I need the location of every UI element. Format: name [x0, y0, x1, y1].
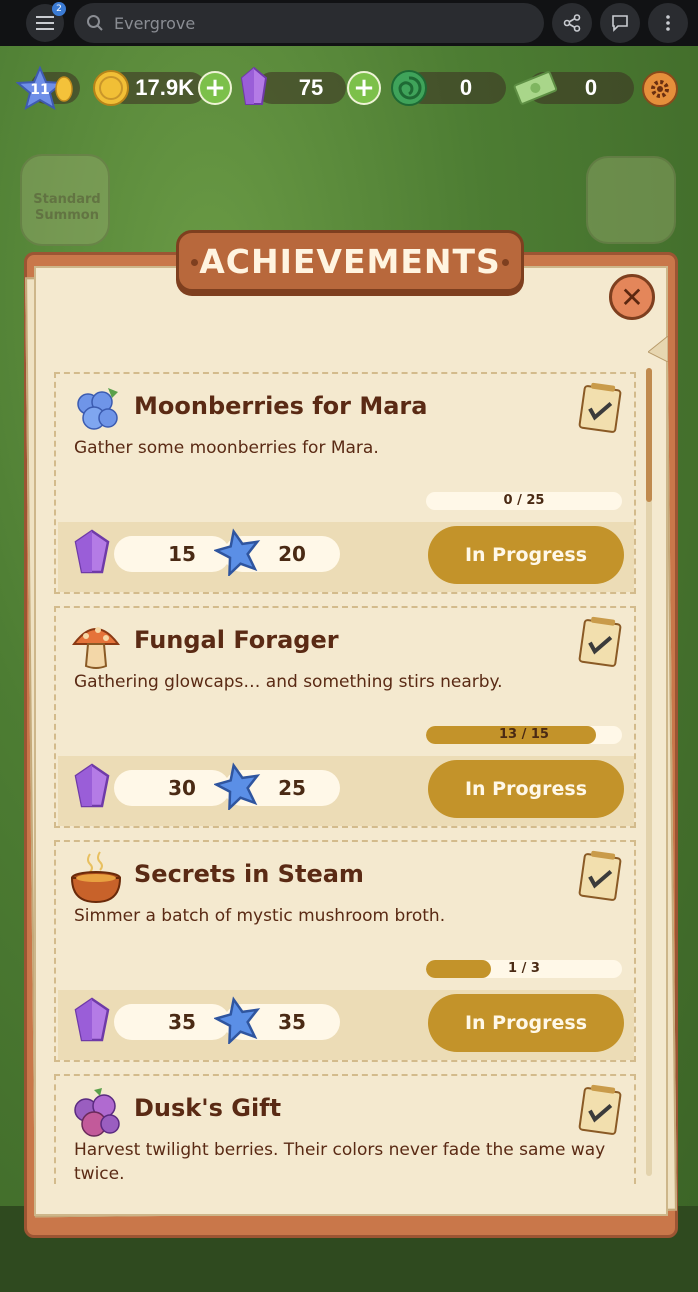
- cash-icon: [513, 71, 558, 105]
- clipboard-icon[interactable]: [576, 848, 624, 902]
- achievement-card: Moonberries for Mara Gather some moonber…: [54, 372, 636, 594]
- clipboard-icon[interactable]: [576, 1082, 624, 1136]
- achievement-description: Gathering glowcaps… and something stirs …: [74, 672, 503, 692]
- blue-star-icon: [214, 762, 261, 810]
- moonberries-icon: [77, 388, 118, 430]
- progress-bar: 0 / 25: [426, 492, 622, 510]
- notification-badge: 2: [52, 2, 66, 16]
- menu-button[interactable]: 2: [26, 2, 66, 42]
- mushroom-icon: [72, 627, 120, 669]
- progress-bar: 13 / 15: [426, 726, 622, 744]
- add-coins-button[interactable]: +: [198, 71, 232, 105]
- close-icon: ✕: [620, 280, 644, 314]
- achievement-title: Dusk's Gift: [134, 1094, 282, 1122]
- achievements-title: ACHIEVEMENTS: [199, 241, 501, 281]
- gems-pill: 75: [256, 72, 346, 104]
- star-reward-value: 20: [278, 542, 306, 566]
- blue-star-icon: [214, 996, 261, 1044]
- resource-bar: 11 17.9K + 75 + 0 0: [0, 66, 698, 110]
- more-vertical-icon: [666, 15, 670, 31]
- quest-tile[interactable]: [586, 156, 676, 244]
- gear-icon: [651, 80, 669, 98]
- status-in-progress-button[interactable]: In Progress: [428, 994, 624, 1052]
- purple-gem-icon: [74, 529, 110, 574]
- chat-icon: [612, 15, 628, 32]
- search-bar[interactable]: Evergrove: [74, 3, 544, 43]
- status-in-progress-button[interactable]: In Progress: [428, 760, 624, 818]
- search-text: Evergrove: [114, 13, 196, 33]
- achievement-card: Fungal Forager Gathering glowcaps… and s…: [54, 606, 636, 828]
- twilight-berries-icon: [74, 1088, 120, 1137]
- clipboard-icon[interactable]: [576, 380, 624, 434]
- hamburger-icon: [36, 16, 54, 30]
- clipboard-icon[interactable]: [576, 614, 624, 668]
- cash-value: 0: [584, 75, 598, 100]
- banner-rivet-right: [502, 259, 509, 266]
- gem-reward-value: 35: [168, 1010, 196, 1034]
- achievement-title: Secrets in Steam: [134, 860, 364, 888]
- purple-gem-icon: [240, 66, 268, 105]
- close-button[interactable]: ✕: [609, 274, 655, 320]
- achievement-title: Moonberries for Mara: [134, 392, 428, 420]
- add-gems-button[interactable]: +: [347, 71, 381, 105]
- xp-coin-icon: [55, 76, 73, 102]
- scrollbar-thumb[interactable]: [646, 368, 652, 502]
- progress-text: 1 / 3: [508, 961, 540, 976]
- achievement-description: Harvest twilight berries. Their colors n…: [74, 1140, 606, 1184]
- progress-text: 0 / 25: [503, 493, 545, 508]
- more-button[interactable]: [648, 3, 688, 43]
- paper-corner-fold: [648, 336, 668, 362]
- reward-row: 30 25 In Progress: [58, 756, 634, 826]
- achievement-title: Fungal Forager: [134, 626, 339, 654]
- gem-reward-value: 15: [168, 542, 196, 566]
- level-value: 11: [30, 82, 49, 98]
- blue-star-icon: [214, 528, 261, 576]
- progress-text: 13 / 15: [499, 727, 549, 742]
- standard-summon-label: Standard Summon: [33, 192, 101, 223]
- status-in-progress-button[interactable]: In Progress: [428, 526, 624, 584]
- purple-gem-icon: [74, 997, 110, 1042]
- share-icon: [563, 14, 581, 32]
- achievement-description: Gather some moonberries for Mara.: [74, 438, 379, 458]
- reward-row: 15 20 In Progress: [58, 522, 634, 592]
- gems-value: 75: [298, 75, 324, 100]
- gem-reward: 15: [114, 536, 230, 572]
- settings-button[interactable]: [642, 71, 678, 107]
- coins-value: 17.9K: [135, 75, 194, 100]
- gem-reward: 35: [114, 1004, 230, 1040]
- achievement-description: Simmer a batch of mystic mushroom broth.: [74, 906, 446, 926]
- gold-coin-icon: [93, 70, 129, 106]
- star-reward-value: 35: [278, 1010, 306, 1034]
- top-bar: 2 Evergrove: [0, 0, 698, 46]
- achievements-title-banner: ACHIEVEMENTS: [176, 230, 524, 292]
- green-swirl-icon: [391, 70, 427, 106]
- purple-gem-icon: [74, 763, 110, 808]
- share-button[interactable]: [552, 3, 592, 43]
- swirl-value: 0: [459, 75, 473, 100]
- progress-bar: 1 / 3: [426, 960, 622, 978]
- banner-rivet-left: [191, 259, 198, 266]
- chat-button[interactable]: [600, 3, 640, 43]
- star-reward-value: 25: [278, 776, 306, 800]
- standard-summon-tile[interactable]: Standard Summon: [20, 154, 110, 246]
- steaming-pot-icon: [70, 851, 122, 904]
- achievement-card: Secrets in Steam Simmer a batch of mysti…: [54, 840, 636, 1062]
- gem-reward-value: 30: [168, 776, 196, 800]
- search-icon: [87, 15, 103, 31]
- gem-reward: 30: [114, 770, 230, 806]
- achievement-card: Dusk's Gift Harvest twilight berries. Th…: [54, 1074, 636, 1184]
- reward-row: 35 35 In Progress: [58, 990, 634, 1060]
